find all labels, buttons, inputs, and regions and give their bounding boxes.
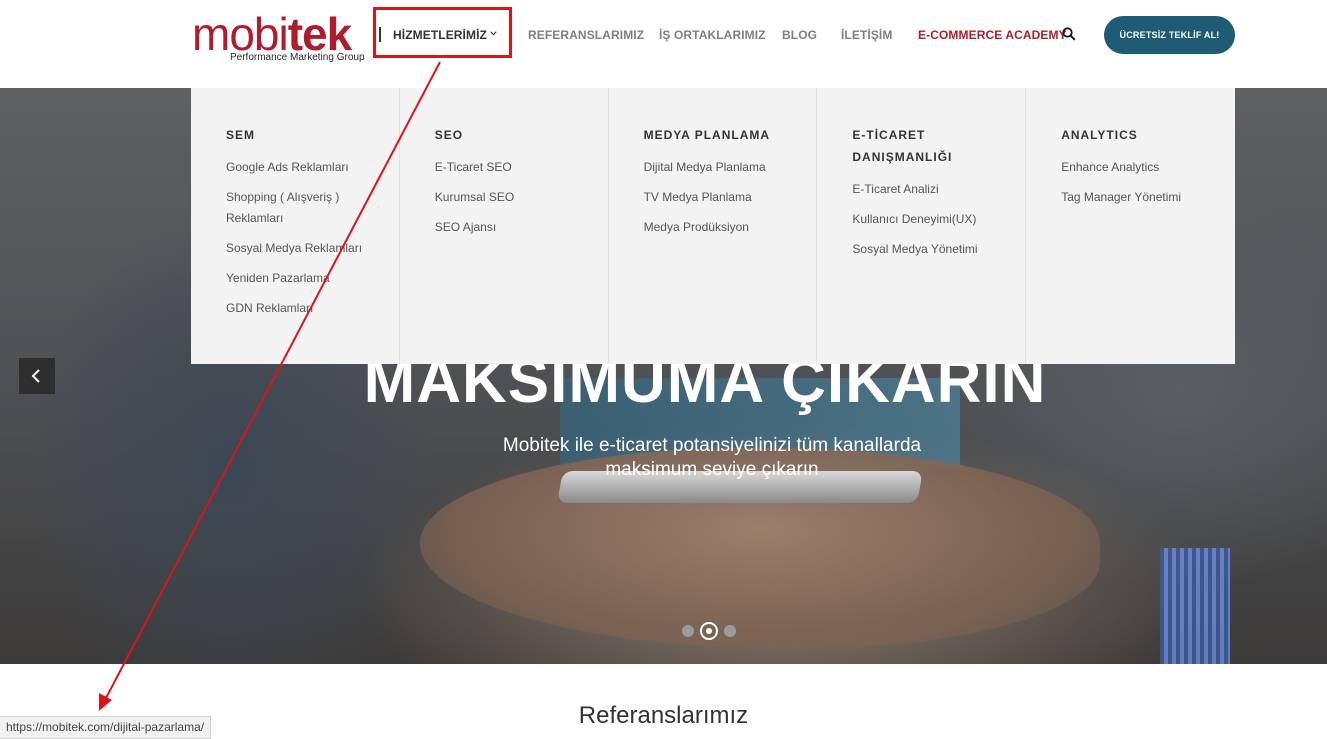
menu-column-title: MEDYA PLANLAMA bbox=[643, 128, 771, 142]
nav-item-blog[interactable]: BLOG bbox=[782, 28, 817, 42]
menu-column-media-planning: MEDYA PLANLAMA Dijital Medya Planlama TV… bbox=[609, 88, 818, 364]
menu-link-google-ads[interactable]: Google Ads Reklamları bbox=[226, 157, 376, 178]
menu-link-gdn[interactable]: GDN Reklamları bbox=[226, 298, 376, 319]
nav-item-is-ortaklarimiz[interactable]: İŞ ORTAKLARIMIZ bbox=[659, 28, 766, 42]
logo-wordmark: mobitek bbox=[192, 10, 352, 58]
menu-link-ecommerce-seo[interactable]: E-Ticaret SEO bbox=[435, 157, 585, 178]
menu-link-seo-agency[interactable]: SEO Ajansı bbox=[435, 217, 585, 238]
menu-column-seo: SEO E-Ticaret SEO Kurumsal SEO SEO Ajans… bbox=[400, 88, 609, 364]
menu-column-title: ANALYTICS bbox=[1061, 128, 1138, 142]
search-icon[interactable] bbox=[1062, 27, 1076, 41]
menu-column-sem: SEM Google Ads Reklamları Shopping ( Alı… bbox=[191, 88, 400, 364]
menu-link-digital-media[interactable]: Dijital Medya Planlama bbox=[644, 157, 794, 178]
menu-column-ecommerce-consulting: E-TİCARET DANIŞMANLIĞI E-Ticaret Analizi… bbox=[817, 88, 1027, 364]
nav-item-ecommerce-academy[interactable]: E-COMMERCE ACADEMY bbox=[918, 28, 1067, 42]
menu-link-media-production[interactable]: Medya Prodüksiyon bbox=[644, 217, 794, 238]
menu-link-tag-manager[interactable]: Tag Manager Yönetimi bbox=[1061, 187, 1211, 208]
menu-column-title: SEO bbox=[434, 128, 464, 142]
menu-link-enhance-analytics[interactable]: Enhance Analytics bbox=[1061, 157, 1211, 178]
menu-link-ux[interactable]: Kullanıcı Deneyimi(UX) bbox=[852, 209, 1002, 230]
site-header: mobitek Performance Marketing Group HİZM… bbox=[0, 0, 1327, 88]
hero-bg-sleeve bbox=[1160, 548, 1230, 664]
menu-column-analytics: ANALYTICS Enhance Analytics Tag Manager … bbox=[1026, 88, 1235, 364]
menu-column-title: E-TİCARET DANIŞMANLIĞI bbox=[852, 128, 953, 164]
menu-link-corporate-seo[interactable]: Kurumsal SEO bbox=[435, 187, 585, 208]
slider-prev-button[interactable] bbox=[19, 358, 55, 394]
services-mega-menu: SEM Google Ads Reklamları Shopping ( Alı… bbox=[191, 88, 1235, 364]
nav-item-iletisim[interactable]: İLETİŞİM bbox=[841, 28, 892, 42]
mobitek-logo[interactable]: mobitek Performance Marketing Group bbox=[192, 10, 374, 70]
nav-item-referanslarimiz[interactable]: REFERANSLARIMIZ bbox=[528, 28, 644, 42]
free-quote-button[interactable]: ÜCRETSİZ TEKLİF AL! bbox=[1104, 16, 1235, 54]
annotation-highlight-box bbox=[373, 7, 512, 58]
slider-dot-1[interactable] bbox=[682, 625, 694, 637]
menu-link-social-management[interactable]: Sosyal Medya Yönetimi bbox=[852, 239, 1002, 260]
logo-tagline: Performance Marketing Group bbox=[230, 52, 365, 63]
menu-link-remarketing[interactable]: Yeniden Pazarlama bbox=[226, 268, 376, 289]
slider-dot-2-active[interactable] bbox=[700, 622, 718, 640]
slider-dot-3[interactable] bbox=[724, 625, 736, 637]
hero-subtitle: Mobitek ile e-ticaret potansiyelinizi tü… bbox=[502, 435, 922, 480]
menu-link-social-ads[interactable]: Sosyal Medya Reklamları bbox=[226, 238, 376, 259]
menu-link-shopping[interactable]: Shopping ( Alışveriş ) Reklamları bbox=[226, 187, 376, 229]
chevron-left-icon bbox=[31, 369, 40, 383]
menu-column-title: SEM bbox=[226, 128, 256, 142]
menu-link-ecommerce-analysis[interactable]: E-Ticaret Analizi bbox=[852, 179, 1002, 200]
slider-dots bbox=[682, 622, 736, 640]
status-bar-url: https://mobitek.com/dijital-pazarlama/ bbox=[0, 716, 212, 739]
menu-link-tv-media[interactable]: TV Medya Planlama bbox=[644, 187, 794, 208]
